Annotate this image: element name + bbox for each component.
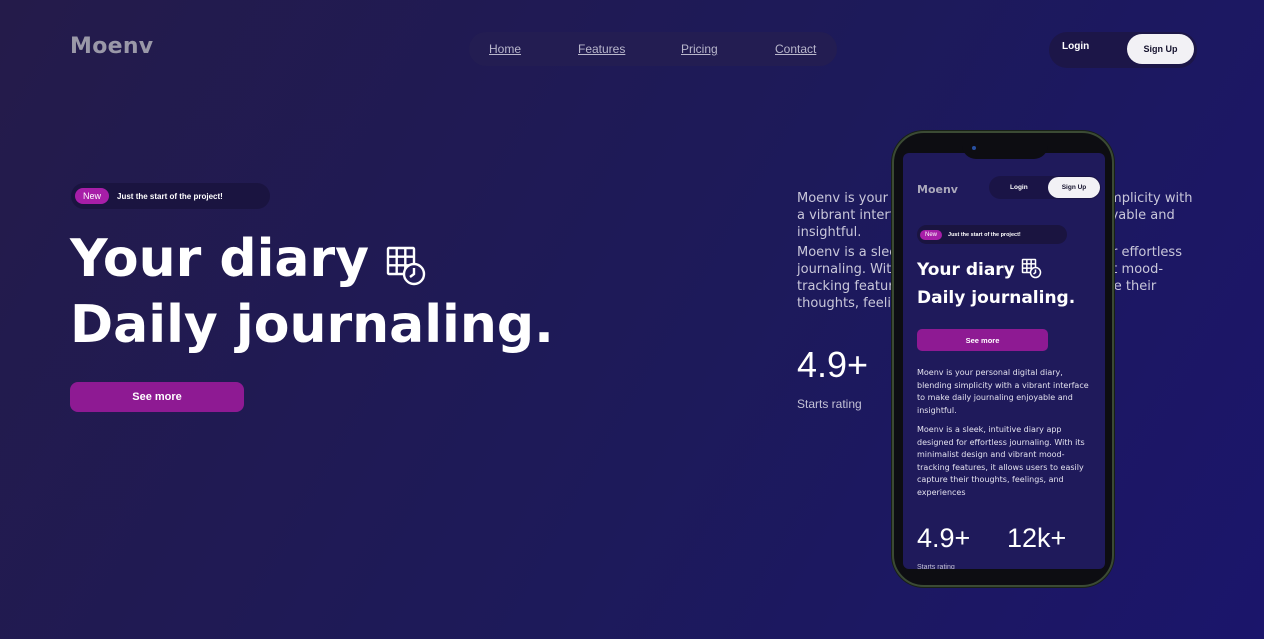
rating-value: 4.9+	[797, 344, 869, 385]
phone-hero-title-line2: Daily journaling.	[917, 288, 1076, 308]
phone-about-paragraph-2: Moenv is a sleek, intuitive diary app de…	[917, 425, 1085, 497]
camera-dot	[972, 146, 976, 150]
announcement-badge: New Just the start of the project!	[71, 183, 270, 209]
login-button[interactable]: Login	[1062, 41, 1089, 52]
rating-label: Starts rating	[797, 397, 862, 411]
phone-signup-button: Sign Up	[1048, 177, 1100, 198]
hero-title: Your diary Daily journaling.	[70, 226, 554, 358]
signup-button[interactable]: Sign Up	[1127, 34, 1194, 64]
hero-title-line2: Daily journaling.	[70, 295, 554, 355]
calendar-clock-icon	[385, 237, 427, 286]
nav-contact-link[interactable]: Contact	[775, 42, 816, 56]
badge-text: Just the start of the project!	[117, 191, 223, 201]
see-more-button[interactable]: See more	[70, 382, 244, 412]
phone-calendar-clock-icon	[1021, 258, 1042, 279]
phone-mockup: Moenv Login Sign Up New Just the start o…	[892, 131, 1114, 587]
phone-about-text: Moenv is your personal digital diary, bl…	[917, 367, 1097, 506]
brand-logo[interactable]: Moenv	[70, 34, 153, 59]
phone-rating-label: Starts rating	[917, 564, 955, 569]
phone-rating-value: 4.9+	[917, 523, 971, 553]
phone-brand-logo: Moenv	[917, 183, 958, 196]
phone-about-paragraph-1: Moenv is your personal digital diary, bl…	[917, 368, 1089, 415]
nav-features-link[interactable]: Features	[578, 42, 625, 56]
new-tag: New	[75, 188, 110, 204]
phone-announcement-badge: New Just the start of the project!	[917, 225, 1067, 244]
nav-home-link[interactable]: Home	[489, 42, 521, 56]
phone-hero-title: Your diary Daily journaling.	[917, 256, 1075, 312]
phone-login-button: Login	[1010, 184, 1028, 191]
phone-see-more-button: See more	[917, 329, 1048, 351]
hero-title-line1: Your diary	[70, 229, 370, 289]
phone-screen: Moenv Login Sign Up New Just the start o…	[903, 153, 1105, 569]
phone-users-value: 12k+	[1007, 523, 1067, 553]
phone-hero-title-line1: Your diary	[917, 260, 1015, 280]
nav-pricing-link[interactable]: Pricing	[681, 42, 718, 56]
phone-badge-text: Just the start of the project!	[948, 231, 1021, 238]
phone-new-tag: New	[920, 229, 943, 240]
